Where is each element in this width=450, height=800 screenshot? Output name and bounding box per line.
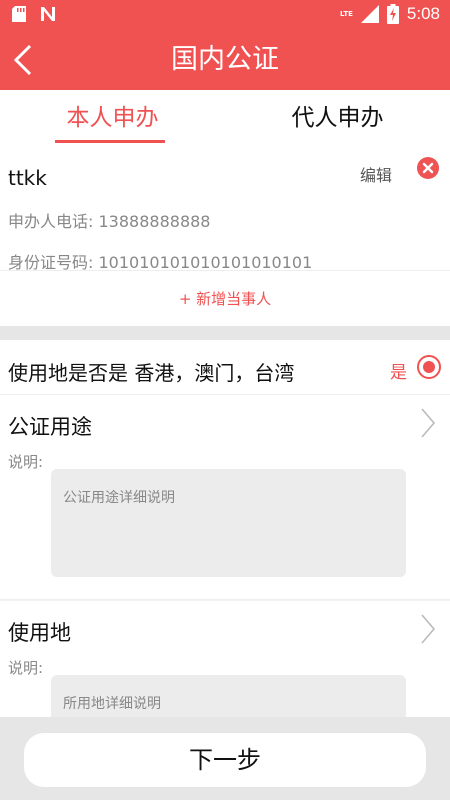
purpose-title[interactable]: 公证用途 [8,411,92,441]
region-yes-radio[interactable] [417,355,441,379]
purpose-desc-placeholder: 公证用途详细说明 [63,490,175,506]
status-time: 5:08 [406,4,440,23]
location-title[interactable]: 使用地 [8,617,71,647]
bottom-bar: 下一步 [0,717,450,800]
chevron-right-icon[interactable] [420,407,436,439]
add-party-button[interactable]: + 新增当事人 [0,271,450,327]
section-divider [0,326,450,340]
notary-purpose-section: 公证用途 说明: 公证用途详细说明 [0,395,450,600]
page-title: 国内公证 [171,44,279,75]
region-question: 使用地是否是 香港，澳门，台湾 [8,361,295,385]
add-party-row: + 新增当事人 [0,270,450,326]
purpose-desc-label: 说明: [8,453,44,471]
location-desc-placeholder: 所用地详细说明 [63,696,161,712]
notification-n-icon [41,7,55,21]
tab-self-apply[interactable]: 本人申办 [0,90,225,146]
chevron-right-icon[interactable] [420,613,436,645]
phone-value: 13888888888 [98,212,211,231]
party-phone-row: 申办人电话: 13888888888 [8,208,210,232]
signal-icon [360,5,379,23]
apply-type-tabs: 本人申办 代人申办 [0,90,450,146]
next-step-button[interactable]: 下一步 [24,733,426,787]
party-card: ttkk 编辑 申办人电话: 13888888888 身份证号码: 101010… [0,146,450,272]
usage-location-section: 使用地 说明: 所用地详细说明 [0,601,450,783]
battery-charging-icon [386,4,399,24]
network-type-label: LTE [340,10,353,18]
back-button[interactable] [10,42,40,78]
party-name: ttkk [8,166,47,190]
region-question-row: 使用地是否是 香港，澳门，台湾 是 [0,340,450,395]
purpose-desc-input[interactable]: 公证用途详细说明 [51,469,406,577]
tab-agent-apply[interactable]: 代人申办 [225,90,450,146]
radio-selected-dot [423,361,435,373]
phone-label: 申办人电话: [8,212,94,231]
close-icon [422,162,434,174]
sd-card-icon [12,6,26,22]
status-bar: LTE 5:08 [0,0,450,30]
location-desc-label: 说明: [8,659,44,677]
delete-party-button[interactable] [417,157,439,179]
active-tab-indicator [55,140,165,143]
app-header: 国内公证 [0,30,450,90]
chevron-left-icon [13,44,32,76]
region-answer-yes-label: 是 [390,363,407,383]
edit-party-button[interactable]: 编辑 [360,162,392,186]
